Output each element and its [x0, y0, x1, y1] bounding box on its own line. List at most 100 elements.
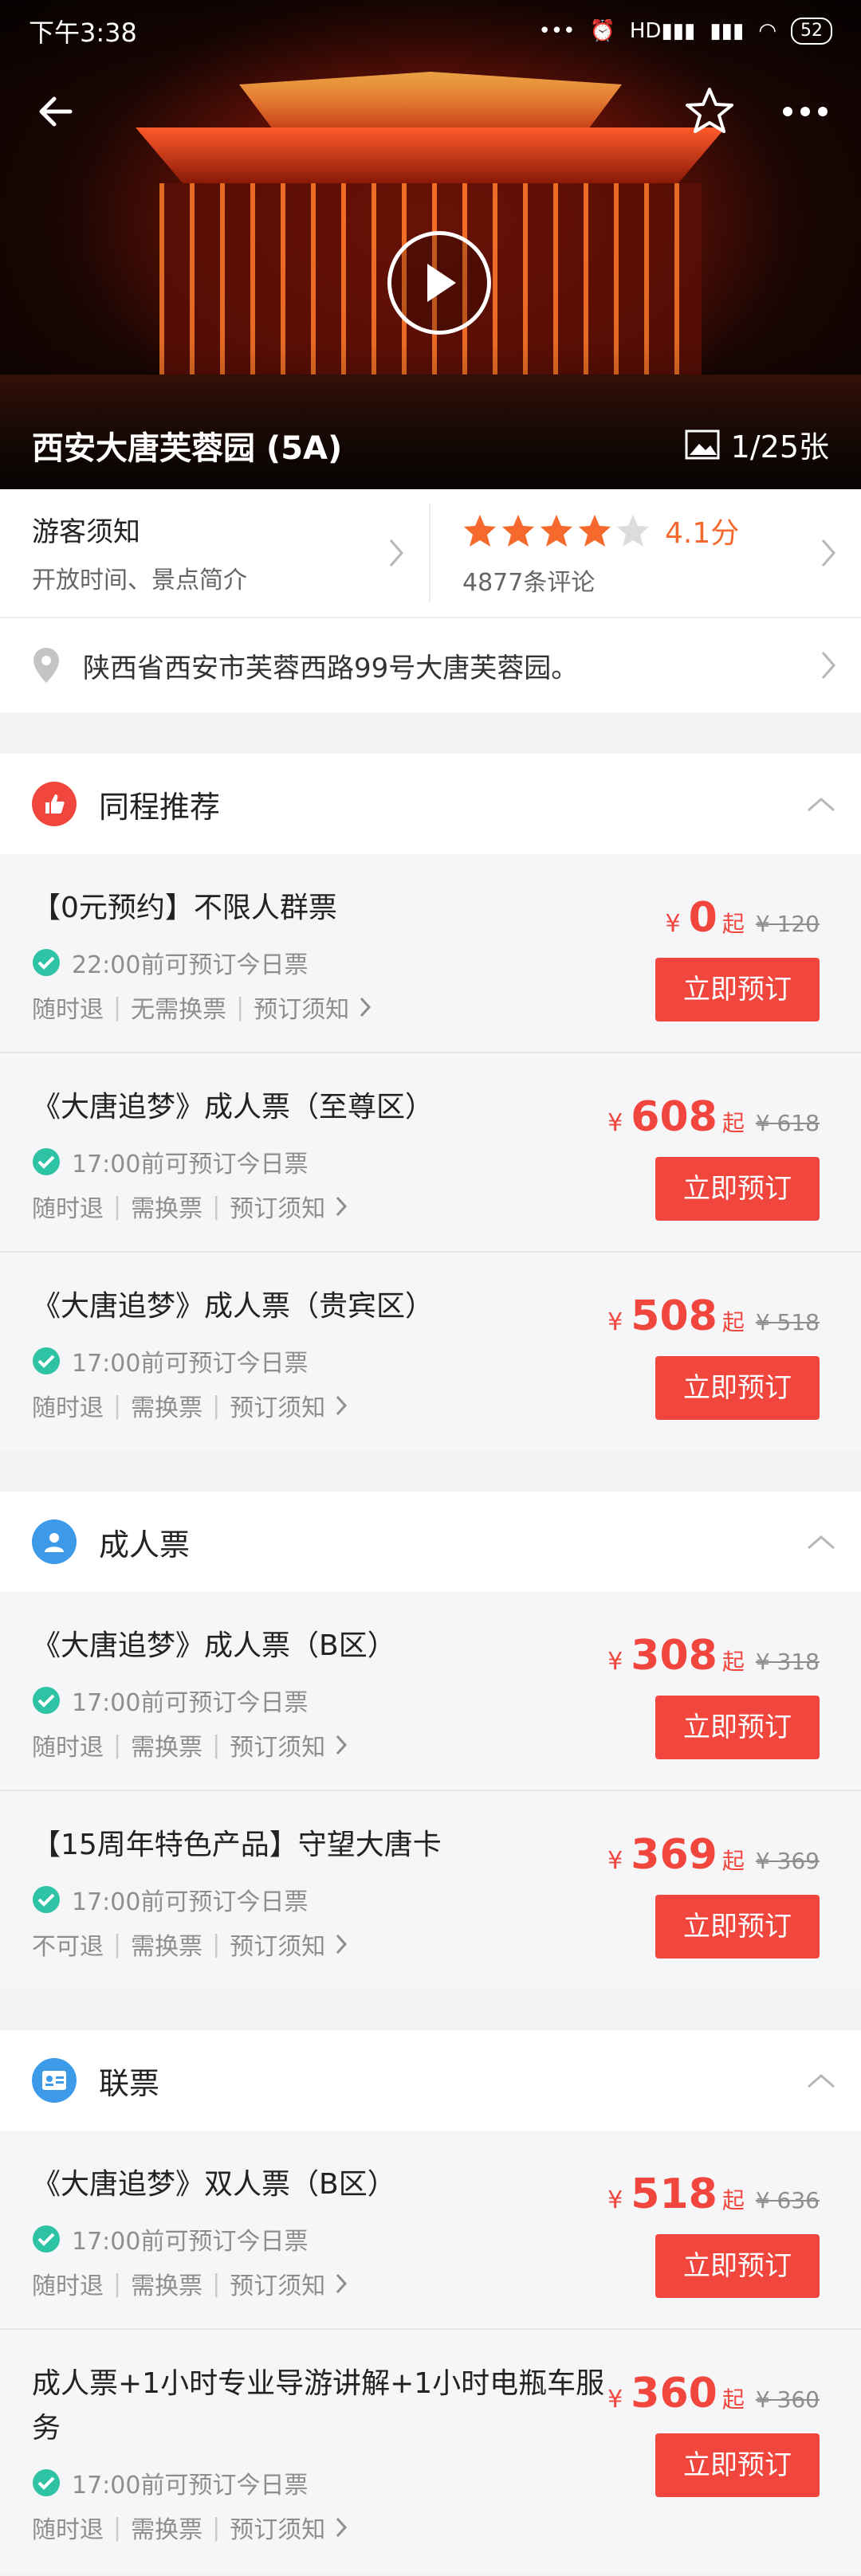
currency-symbol: ¥	[665, 910, 681, 938]
ticket-flag: 需换票	[131, 2516, 203, 2544]
section-header[interactable]: 同程推荐	[0, 754, 861, 854]
address-text: 陕西省西安市芙蓉西路99号大唐芙蓉园。	[83, 652, 579, 684]
back-button[interactable]	[24, 80, 88, 143]
ticket-flag[interactable]: 预订须知	[230, 1189, 325, 1224]
ticket-item[interactable]: 【0元预约】不限人群票 22:00前可预订今日票 随时退 | 无需换票 | 预订须知 ¥…	[0, 854, 861, 1053]
ticket-flag[interactable]: 预订须知	[230, 1727, 325, 1762]
currency-symbol: ¥	[607, 1109, 623, 1137]
price-from-label: 起	[721, 1110, 745, 1136]
flag-separator: |	[113, 1391, 122, 1420]
check-circle-icon	[33, 1687, 60, 1714]
visitor-notice-title: 游客须知	[32, 516, 140, 548]
book-now-button[interactable]: 立即预订	[655, 1895, 820, 1958]
section-header[interactable]: 成人票	[0, 1492, 861, 1592]
wifi-icon: ◠	[758, 19, 776, 43]
ticket-flag[interactable]: 预订须知	[254, 990, 349, 1025]
visitor-notice[interactable]: 游客须知 开放时间、景点简介	[0, 504, 431, 602]
price-from-label: 起	[721, 1309, 745, 1335]
book-now-button[interactable]: 立即预订	[655, 1696, 820, 1759]
chevron-right-icon	[821, 539, 835, 567]
ticket-item[interactable]: 成人票+1小时专业导游讲解+1小时电瓶车服务 17:00前可预订今日票 随时退 |…	[0, 2330, 861, 2572]
ticket-flag: 需换票	[131, 1933, 203, 1961]
chevron-right-icon[interactable]	[335, 1933, 348, 1955]
flag-separator: |	[212, 1391, 221, 1420]
rating-score: 4.1分	[665, 517, 740, 550]
ticket-flag[interactable]: 预订须知	[230, 1927, 325, 1962]
ticket-flag: 随时退	[32, 2272, 104, 2300]
chevron-right-icon	[821, 652, 835, 679]
ticket-price: ¥308 起 ¥ 318	[607, 1632, 820, 1680]
flag-separator: |	[113, 2513, 122, 2542]
ticket-list: 【0元预约】不限人群票 22:00前可预订今日票 随时退 | 无需换票 | 预订须知 ¥…	[0, 854, 861, 1450]
availability-text: 17:00前可预订今日票	[72, 1350, 309, 1378]
attraction-title: 西安大唐芙蓉园 (5A)	[32, 430, 343, 467]
ticket-sections: 同程推荐 【0元预约】不限人群票 22:00前可预订今日票 随时退 | 无需换票 | 预…	[0, 754, 861, 2572]
flag-separator: |	[113, 993, 122, 1021]
price-box: ¥0 起 ¥ 120 立即预订	[655, 894, 820, 1021]
chevron-right-icon[interactable]	[335, 2272, 348, 2295]
section-badge	[32, 782, 77, 826]
price-box: ¥360 起 ¥ 360 立即预订	[607, 2370, 820, 2497]
ticket-flag: 不可退	[32, 1933, 104, 1961]
ticket-flag[interactable]: 预订须知	[230, 2510, 325, 2545]
photo-count-text: 1/25张	[730, 429, 829, 465]
original-price: ¥ 318	[755, 1649, 820, 1675]
availability-text: 17:00前可预订今日票	[72, 1151, 309, 1178]
favorite-button[interactable]	[678, 80, 741, 143]
chevron-up-icon[interactable]	[805, 2071, 837, 2090]
ticket-flag: 随时退	[32, 1734, 104, 1762]
ticket-price: ¥508 起 ¥ 518	[607, 1292, 820, 1340]
check-circle-icon	[33, 2225, 60, 2253]
more-dots-icon: •••	[538, 19, 576, 43]
chevron-right-icon[interactable]	[335, 1734, 348, 1756]
availability-text: 17:00前可预订今日票	[72, 1689, 309, 1717]
ticket-item[interactable]: 【15周年特色产品】守望大唐卡 17:00前可预订今日票 不可退 | 需换票 | 预订须…	[0, 1791, 861, 1989]
more-button[interactable]	[773, 80, 837, 143]
ticket-price: ¥369 起 ¥ 369	[607, 1831, 820, 1879]
section-badge	[32, 2058, 77, 2103]
original-price: ¥ 369	[755, 1848, 820, 1874]
original-price: ¥ 360	[755, 2386, 820, 2413]
book-now-button[interactable]: 立即预订	[655, 1356, 820, 1420]
book-now-button[interactable]: 立即预订	[655, 958, 820, 1021]
book-now-button[interactable]: 立即预订	[655, 2433, 820, 2497]
price-box: ¥308 起 ¥ 318 立即预订	[607, 1632, 820, 1759]
chevron-right-icon[interactable]	[359, 996, 372, 1018]
check-circle-icon	[33, 1347, 60, 1374]
status-time: 下午3:38	[29, 18, 137, 48]
image-icon	[685, 429, 720, 459]
photo-gallery-button[interactable]: 1/25张	[685, 422, 829, 466]
currency-symbol: ¥	[607, 2186, 623, 2214]
ticket-flag[interactable]: 预订须知	[230, 2266, 325, 2301]
chevron-right-icon[interactable]	[335, 1394, 348, 1417]
availability-text: 17:00前可预订今日票	[72, 1888, 309, 1916]
price-from-label: 起	[721, 1848, 745, 1874]
ticket-flag: 随时退	[32, 996, 104, 1024]
price-value: 608	[631, 1093, 718, 1141]
more-horizontal-icon	[783, 107, 828, 116]
chevron-right-icon[interactable]	[335, 1195, 348, 1217]
ticket-item[interactable]: 《大唐追梦》成人票（B区） 17:00前可预订今日票 随时退 | 需换票 | 预订须知 …	[0, 1592, 861, 1791]
flag-separator: |	[113, 1192, 122, 1221]
chevron-up-icon[interactable]	[805, 1532, 837, 1551]
ticket-flag: 需换票	[131, 1195, 203, 1223]
address-row[interactable]: 陕西省西安市芙蓉西路99号大唐芙蓉园。	[0, 618, 861, 712]
section-title: 成人票	[99, 1527, 191, 1562]
ticket-item[interactable]: 《大唐追梦》成人票（贵宾区） 17:00前可预订今日票 随时退 | 需换票 | 预订须知…	[0, 1253, 861, 1450]
currency-symbol: ¥	[607, 1648, 623, 1676]
ticket-item[interactable]: 《大唐追梦》成人票（至尊区） 17:00前可预订今日票 随时退 | 需换票 | 预订须知…	[0, 1053, 861, 1253]
section-header[interactable]: 联票	[0, 2030, 861, 2131]
chevron-right-icon[interactable]	[335, 2516, 348, 2539]
ticket-flag: 随时退	[32, 1195, 104, 1223]
book-now-button[interactable]: 立即预订	[655, 2234, 820, 2298]
chevron-up-icon[interactable]	[805, 794, 837, 814]
play-video-button[interactable]	[387, 231, 491, 335]
availability-text: 17:00前可预订今日票	[72, 2228, 309, 2256]
rating-reviews[interactable]: 4.1分 4877条评论	[431, 504, 861, 602]
hero-image[interactable]: 下午3:38 ••• ⏰ HD▮▮▮ ▮▮▮ ◠ 52 西安大唐芙蓉园 (5A)…	[0, 0, 861, 489]
ticket-flag[interactable]: 预订须知	[230, 1388, 325, 1423]
book-now-button[interactable]: 立即预订	[655, 1157, 820, 1221]
ticket-item[interactable]: 《大唐追梦》双人票（B区） 17:00前可预订今日票 随时退 | 需换票 | 预订须知 …	[0, 2131, 861, 2330]
price-value: 308	[631, 1632, 718, 1680]
ticket-price: ¥608 起 ¥ 618	[607, 1093, 820, 1141]
